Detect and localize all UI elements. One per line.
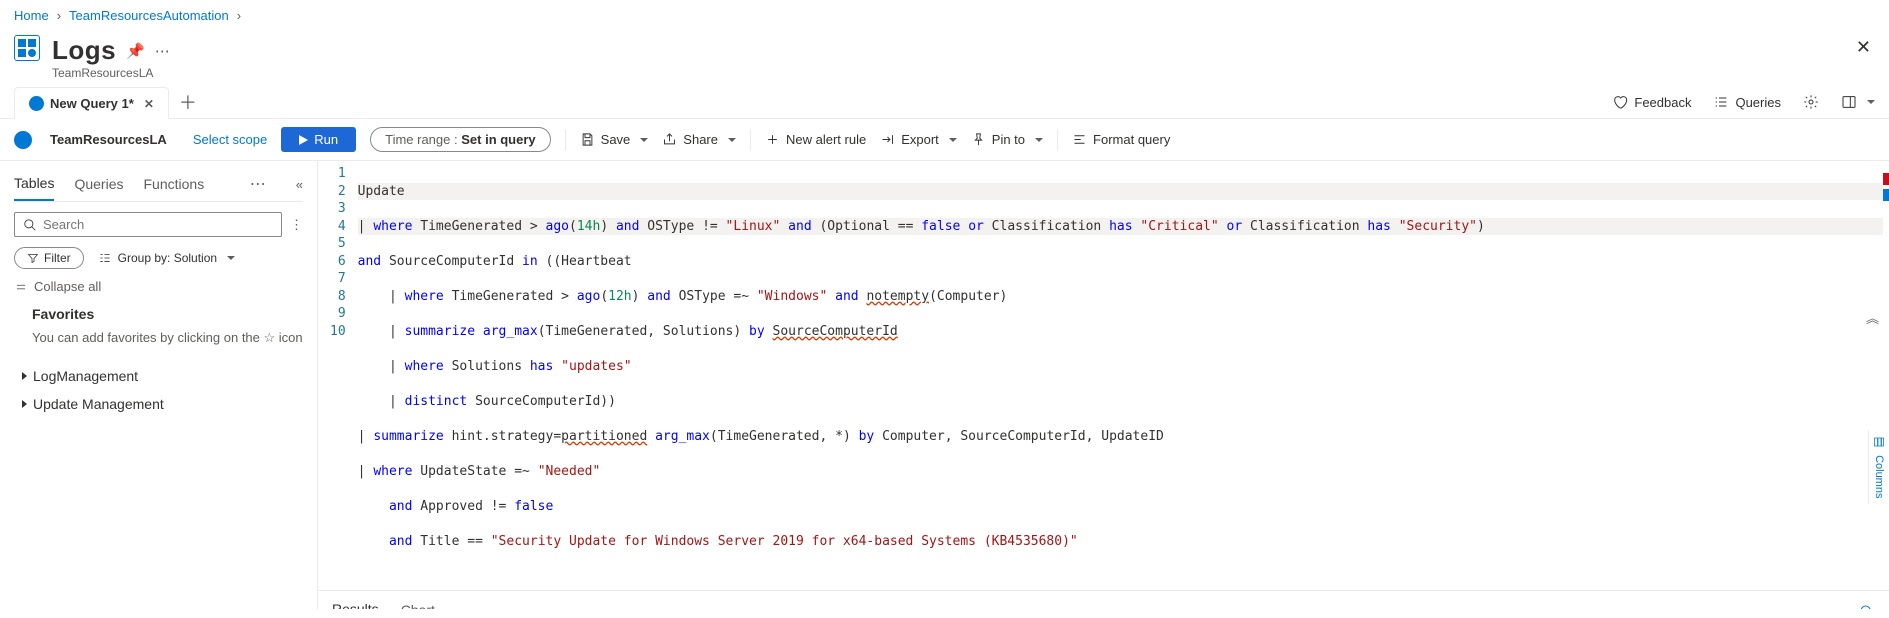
sidebar: Tables Queries Functions ⋯ « ⋮ Filter Gr… xyxy=(0,161,318,609)
sidebar-search[interactable] xyxy=(14,212,282,237)
sidebar-tab-tables[interactable]: Tables xyxy=(14,167,54,201)
more-icon[interactable]: ⋯ xyxy=(250,174,266,194)
collapse-icon xyxy=(14,280,28,294)
workspace-icon xyxy=(14,131,32,149)
pin-icon[interactable]: 📌 xyxy=(126,42,145,60)
search-icon xyxy=(23,218,37,232)
code-editor[interactable]: 12345678910 Update | where TimeGenerated… xyxy=(318,161,1889,590)
query-tabs: New Query 1* ✕ ＋ Feedback Queries xyxy=(0,86,1889,119)
separator xyxy=(565,129,566,151)
format-icon xyxy=(1072,132,1087,147)
page-header: Logs 📌 ⋯ TeamResourcesLA ✕ xyxy=(0,31,1889,86)
error-marker xyxy=(1883,173,1889,185)
breadcrumb-home[interactable]: Home xyxy=(14,8,49,23)
logs-icon xyxy=(14,35,40,61)
share-button[interactable]: Share xyxy=(662,132,736,147)
export-button[interactable]: Export xyxy=(880,132,957,147)
results-tab-chart[interactable]: Chart xyxy=(401,602,435,609)
search-input[interactable] xyxy=(43,217,273,232)
select-scope-link[interactable]: Select scope xyxy=(193,132,267,147)
plus-icon xyxy=(765,132,780,147)
filter-icon xyxy=(27,252,39,264)
heart-icon xyxy=(1612,94,1628,110)
breadcrumb: Home › TeamResourcesAutomation › xyxy=(0,0,1889,31)
results-tabs: Results Chart xyxy=(318,590,1889,609)
close-icon[interactable]: ✕ xyxy=(1856,37,1871,58)
sidebar-tabs: Tables Queries Functions ⋯ « xyxy=(14,167,303,202)
new-alert-button[interactable]: New alert rule xyxy=(765,132,866,147)
collapse-all-button[interactable]: Collapse all xyxy=(14,279,303,294)
list-icon xyxy=(1713,94,1729,110)
tab-query[interactable]: New Query 1* ✕ xyxy=(14,87,169,119)
more-icon[interactable]: ⋯ xyxy=(155,42,170,60)
results-tab-results[interactable]: Results xyxy=(332,601,379,609)
more-icon[interactable]: ⋮ xyxy=(290,217,303,233)
main-area: Tables Queries Functions ⋯ « ⋮ Filter Gr… xyxy=(0,161,1889,609)
pin-icon xyxy=(971,132,986,147)
favorites-hint: You can add favorites by clicking on the… xyxy=(32,328,303,348)
editor-area: 12345678910 Update | where TimeGenerated… xyxy=(318,161,1889,609)
separator xyxy=(1057,129,1058,151)
feedback-link[interactable]: Feedback xyxy=(1612,94,1691,110)
filter-button[interactable]: Filter xyxy=(14,247,84,269)
query-icon xyxy=(29,96,44,111)
sidebar-tab-functions[interactable]: Functions xyxy=(144,168,205,200)
tree-item-logmanagement[interactable]: LogManagement xyxy=(14,362,303,390)
search-results-icon[interactable] xyxy=(1859,604,1875,609)
favorites-heading: Favorites xyxy=(32,306,303,322)
format-query-button[interactable]: Format query xyxy=(1072,132,1170,147)
chevron-right-icon: › xyxy=(237,8,241,23)
breadcrumb-resource[interactable]: TeamResourcesAutomation xyxy=(69,8,229,23)
sidebar-tab-queries[interactable]: Queries xyxy=(74,168,123,200)
chevron-right-icon: › xyxy=(57,8,61,23)
page-subtitle: TeamResourcesLA xyxy=(52,66,170,80)
share-icon xyxy=(662,132,677,147)
info-marker xyxy=(1883,189,1889,201)
line-gutter: 12345678910 xyxy=(318,165,358,586)
tab-label: New Query 1* xyxy=(50,96,134,111)
minimap[interactable] xyxy=(1883,165,1889,586)
settings-icon[interactable] xyxy=(1803,94,1819,110)
query-toolbar: TeamResourcesLA Select scope Run Time ra… xyxy=(0,119,1889,161)
code-lines[interactable]: Update | where TimeGenerated > ago(14h) … xyxy=(358,165,1883,586)
run-button[interactable]: Run xyxy=(281,127,356,152)
collapse-editor-icon[interactable]: ︽ xyxy=(1866,311,1879,329)
time-range-pill[interactable]: Time range : Set in query xyxy=(370,127,551,152)
save-button[interactable]: Save xyxy=(580,132,649,147)
tree-item-updatemanagement[interactable]: Update Management xyxy=(14,390,303,418)
save-icon xyxy=(580,132,595,147)
close-tab-icon[interactable]: ✕ xyxy=(144,97,154,111)
columns-icon xyxy=(1873,436,1885,448)
columns-panel-toggle[interactable]: Columns xyxy=(1868,430,1889,504)
page-title: Logs xyxy=(52,35,116,66)
export-icon xyxy=(880,132,895,147)
pin-to-button[interactable]: Pin to xyxy=(971,132,1043,147)
group-icon xyxy=(98,251,112,265)
add-tab-button[interactable]: ＋ xyxy=(179,89,197,115)
separator xyxy=(750,129,751,151)
collapse-sidebar-icon[interactable]: « xyxy=(296,177,303,192)
group-by-dropdown[interactable]: Group by: Solution xyxy=(98,251,235,265)
queries-link[interactable]: Queries xyxy=(1713,94,1781,110)
scope-label: TeamResourcesLA xyxy=(50,132,167,147)
panel-icon[interactable] xyxy=(1841,94,1875,110)
